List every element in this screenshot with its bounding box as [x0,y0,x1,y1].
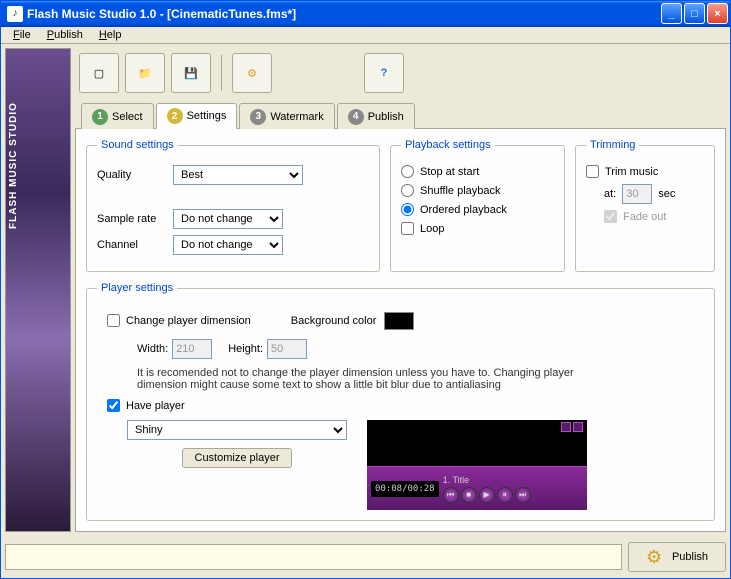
menubar: File Publish Help [1,27,730,44]
save-button[interactable]: 💾 [171,53,211,93]
toolbar-separator [221,55,222,91]
loop-label: Loop [420,223,444,235]
tab-content-settings: Sound settings Quality Best Sample rate … [75,129,726,532]
player-legend: Player settings [97,282,177,294]
tab-label-select: Select [112,111,143,123]
dimension-note: It is recomended not to change the playe… [137,367,617,391]
shuffle-radio[interactable] [401,184,414,197]
width-label: Width: [137,343,168,355]
help-button[interactable]: ? [364,53,404,93]
floppy-icon: 💾 [184,67,198,80]
new-button[interactable]: ▢ [79,53,119,93]
loop-checkbox[interactable] [401,222,414,235]
fade-checkbox[interactable] [604,210,617,223]
publish-label: Publish [672,551,708,563]
tab-label-watermark: Watermark [270,111,323,123]
help-icon: ? [381,67,388,79]
page-icon: ▢ [94,67,104,80]
height-input[interactable] [267,339,307,359]
playback-settings-group: Playback settings Stop at start Shuffle … [390,139,565,272]
preview-time: 00:08/00:28 [371,481,439,497]
maximize-button[interactable]: □ [684,3,705,24]
sec-label: sec [658,188,675,200]
window-title: Flash Music Studio 1.0 - [CinematicTunes… [27,7,661,21]
content-area: FLASH MUSIC STUDIO ▢ 📁 💾 ⚙ ? 1 Select 2 Se… [1,44,730,536]
samplerate-select[interactable]: Do not change [173,209,283,229]
player-settings-group: Player settings Change player dimension … [86,282,715,521]
app-window: ♪ Flash Music Studio 1.0 - [CinematicTun… [0,0,731,579]
change-dimension-label: Change player dimension [126,315,251,327]
trimming-legend: Trimming [586,139,639,151]
playback-legend: Playback settings [401,139,495,151]
close-button[interactable]: × [707,3,728,24]
menu-publish[interactable]: Publish [39,27,91,43]
tab-publish[interactable]: 4 Publish [337,103,415,129]
toolbar: ▢ 📁 💾 ⚙ ? [75,48,726,98]
samplerate-label: Sample rate [97,213,167,225]
tab-num-3: 3 [250,109,266,125]
height-label: Height: [228,343,263,355]
stop-icon[interactable]: ■ [461,487,477,503]
have-player-label: Have player [126,400,185,412]
channel-select[interactable]: Do not change [173,235,283,255]
sidebar-label: FLASH MUSIC STUDIO [8,102,19,229]
settings-button[interactable]: ⚙ [232,53,272,93]
stop-label: Stop at start [420,166,479,178]
trimming-group: Trimming Trim music at: sec Fade out [575,139,715,272]
trim-seconds-input[interactable] [622,184,652,204]
preview-close-icon [573,422,583,432]
tab-num-1: 1 [92,109,108,125]
player-skin-select[interactable]: Shiny [127,420,347,440]
have-player-checkbox[interactable] [107,399,120,412]
status-field[interactable] [5,544,622,570]
preview-track: 1. Title [443,475,583,485]
at-label: at: [604,188,616,200]
preview-min-icon [561,422,571,432]
app-icon: ♪ [7,6,23,22]
trim-checkbox[interactable] [586,165,599,178]
tab-label-settings: Settings [187,110,227,122]
ordered-label: Ordered playback [420,204,507,216]
publish-button[interactable]: ⚙ Publish [628,542,726,572]
minimize-button[interactable]: _ [661,3,682,24]
customize-player-button[interactable]: Customize player [182,448,293,468]
fade-label: Fade out [623,211,666,223]
tabbar: 1 Select 2 Settings 3 Watermark 4 Publish [75,102,726,129]
tab-num-4: 4 [348,109,364,125]
main-panel: ▢ 📁 💾 ⚙ ? 1 Select 2 Settings 3 Watermark 4… [75,48,726,532]
titlebar[interactable]: ♪ Flash Music Studio 1.0 - [CinematicTun… [1,1,730,27]
quality-label: Quality [97,169,167,181]
shuffle-label: Shuffle playback [420,185,501,197]
gear-icon: ⚙ [247,67,257,80]
stop-radio[interactable] [401,165,414,178]
sound-legend: Sound settings [97,139,178,151]
open-button[interactable]: 📁 [125,53,165,93]
quality-select[interactable]: Best [173,165,303,185]
bottom-bar: ⚙ Publish [1,536,730,578]
tab-settings[interactable]: 2 Settings [156,103,238,129]
ordered-radio[interactable] [401,203,414,216]
menu-help[interactable]: Help [91,27,130,43]
folder-icon: 📁 [138,67,152,80]
play-icon[interactable]: ▶ [479,487,495,503]
tab-watermark[interactable]: 3 Watermark [239,103,334,129]
bgcolor-label: Background color [291,315,377,327]
sidebar-banner: FLASH MUSIC STUDIO [5,48,71,532]
sound-settings-group: Sound settings Quality Best Sample rate … [86,139,380,272]
tab-num-2: 2 [167,108,183,124]
gear-icon: ⚙ [646,547,666,567]
tab-label-publish: Publish [368,111,404,123]
channel-label: Channel [97,239,167,251]
pause-icon[interactable]: ⏸ [497,487,513,503]
change-dimension-checkbox[interactable] [107,314,120,327]
menu-file[interactable]: File [5,27,39,43]
trim-label: Trim music [605,166,658,178]
next-icon[interactable]: ⏭ [515,487,531,503]
bgcolor-swatch[interactable] [384,312,414,330]
tab-select[interactable]: 1 Select [81,103,154,129]
width-input[interactable] [172,339,212,359]
player-preview: 00:08/00:28 1. Title ⏮ ■ ▶ ⏸ ⏭ [367,420,587,510]
prev-icon[interactable]: ⏮ [443,487,459,503]
